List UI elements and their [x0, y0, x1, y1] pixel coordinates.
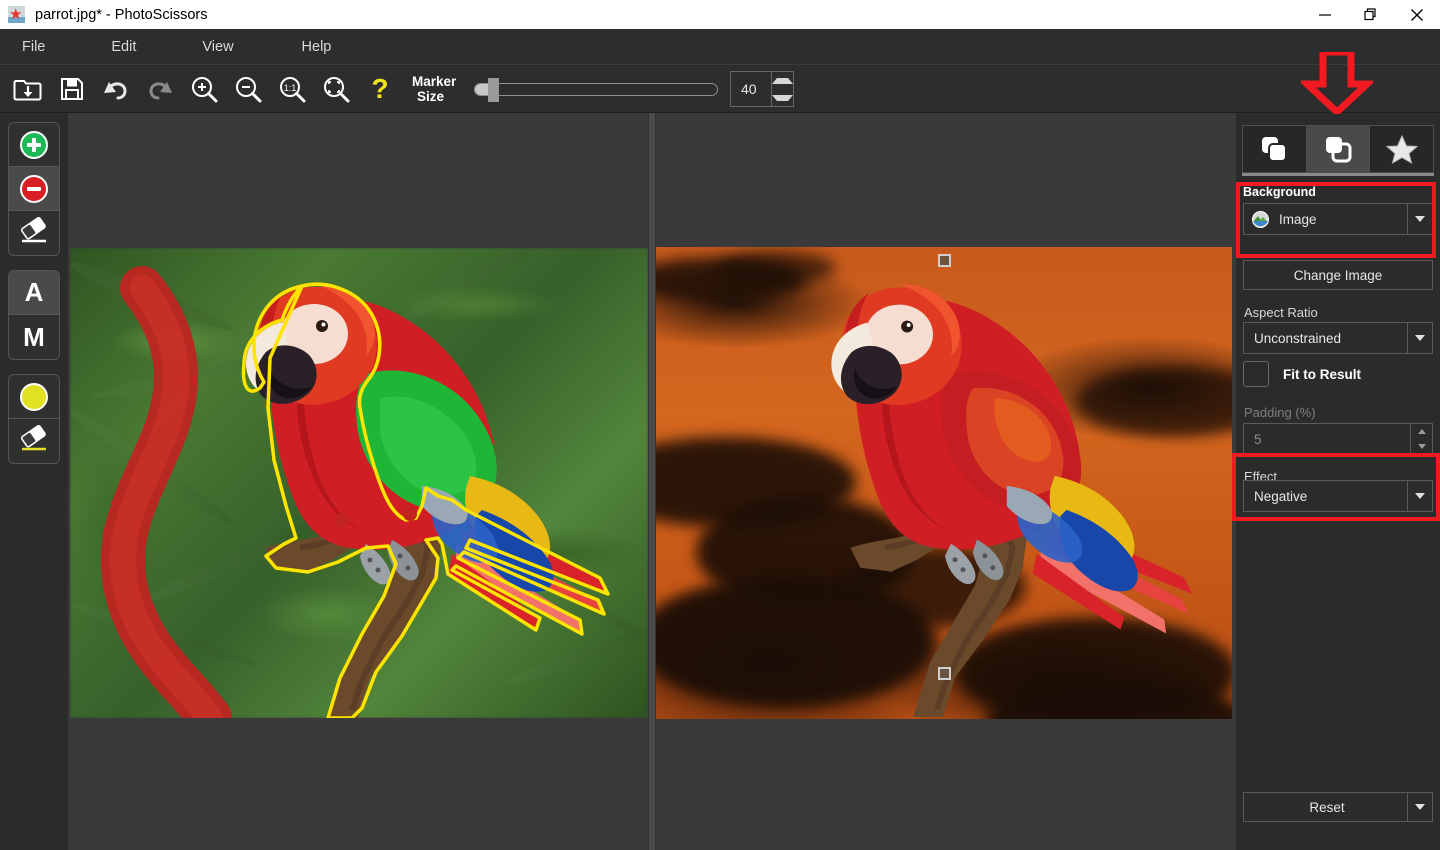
red-arrow-annotation: [1301, 52, 1373, 119]
chevron-down-icon[interactable]: [1407, 323, 1432, 353]
aspect-ratio-label: Aspect Ratio: [1244, 305, 1318, 320]
open-icon[interactable]: [6, 69, 50, 109]
restore-icon[interactable]: [1348, 0, 1394, 29]
top-center-handle[interactable]: [938, 254, 951, 267]
source-pane[interactable]: [68, 113, 648, 850]
fit-to-result-label: Fit to Result: [1283, 367, 1361, 382]
letter-m-icon: M: [23, 322, 45, 353]
menu-item-file[interactable]: File: [12, 35, 55, 59]
padding-increment[interactable]: [1411, 424, 1432, 439]
zoom-in-icon[interactable]: [182, 69, 226, 109]
tool-group-markers: [8, 122, 60, 256]
marker-size-stepper-arrows[interactable]: [771, 72, 793, 106]
menu-item-help[interactable]: Help: [292, 35, 342, 59]
marker-size-slider[interactable]: [474, 74, 718, 104]
manual-tool[interactable]: M: [9, 315, 59, 359]
marker-size-label-line2: Size: [412, 89, 468, 104]
close-icon[interactable]: [1394, 0, 1440, 29]
help-icon[interactable]: ?: [358, 69, 402, 109]
layers-outline-icon: [1321, 134, 1355, 164]
source-image-view[interactable]: [70, 248, 648, 718]
background-section-label: Background: [1243, 185, 1433, 199]
green-plus-icon: [20, 131, 48, 159]
title-bar: ★ parrot.jpg* - PhotoScissors: [0, 0, 1440, 29]
svg-text:1:1: 1:1: [284, 83, 297, 93]
panel-tabs: [1242, 125, 1434, 173]
reset-label: Reset: [1244, 800, 1432, 815]
marker-eraser-tool[interactable]: [9, 211, 59, 255]
svg-text:?: ?: [371, 74, 388, 104]
chevron-down-icon[interactable]: [1407, 481, 1432, 511]
result-parrot-graphic: [656, 247, 1232, 719]
padding-value: 5: [1244, 432, 1262, 447]
padding-label: Padding (%): [1244, 405, 1316, 420]
tab-effects[interactable]: [1370, 126, 1433, 172]
menu-item-view[interactable]: View: [192, 35, 243, 59]
undo-icon[interactable]: [94, 69, 138, 109]
marker-size-label-line1: Marker: [412, 74, 468, 89]
yellow-circle-icon: [20, 383, 48, 411]
fit-to-result-checkbox[interactable]: [1243, 361, 1269, 387]
menu-item-edit[interactable]: Edit: [101, 35, 146, 59]
background-type-dropdown[interactable]: Image: [1243, 203, 1433, 235]
pane-splitter[interactable]: [648, 113, 656, 850]
zoom-actual-icon[interactable]: 1:1: [270, 69, 314, 109]
marker-size-stepper[interactable]: 40: [730, 71, 794, 107]
zoom-fit-icon[interactable]: [314, 69, 358, 109]
result-pane[interactable]: [656, 113, 1236, 850]
photoscissors-window: ★ parrot.jpg* - PhotoScissors File: [0, 0, 1440, 850]
marker-size-increment[interactable]: [772, 72, 793, 89]
tool-rail: A M: [0, 113, 68, 850]
chevron-down-icon[interactable]: [1407, 793, 1432, 821]
tab-background[interactable]: [1307, 126, 1371, 172]
tool-group-mode: A M: [8, 270, 60, 360]
marker-size-label: Marker Size: [412, 74, 468, 104]
tool-group-hair: [8, 374, 60, 464]
red-minus-icon: [20, 175, 48, 203]
tab-foreground[interactable]: [1243, 126, 1307, 172]
hair-eraser-tool[interactable]: [9, 419, 59, 463]
effect-dropdown[interactable]: Negative: [1243, 480, 1433, 512]
marker-size-value: 40: [731, 81, 757, 97]
background-marker-tool[interactable]: [9, 167, 59, 211]
slider-track: [474, 83, 718, 96]
settings-panel: Background Image Change Image Aspect Rat…: [1236, 113, 1440, 850]
redo-icon[interactable]: [138, 69, 182, 109]
window-controls: [1302, 0, 1440, 29]
chevron-down-icon[interactable]: [1407, 204, 1432, 234]
aspect-ratio-value: Unconstrained: [1244, 331, 1341, 346]
eraser-yellow-icon: [17, 424, 51, 459]
landscape-icon: [1252, 211, 1269, 228]
auto-tool[interactable]: A: [9, 271, 59, 315]
foreground-marker-tool[interactable]: [9, 123, 59, 167]
background-type-value: Image: [1269, 212, 1317, 227]
menu-bar: File Edit View Help: [0, 29, 1440, 65]
padding-stepper-arrows[interactable]: [1410, 424, 1432, 454]
layers-filled-icon: [1257, 134, 1291, 164]
padding-stepper[interactable]: 5: [1243, 423, 1433, 455]
result-image-view[interactable]: [656, 247, 1232, 719]
toolbar: 1:1 ? Marker Size 40: [0, 66, 1440, 113]
hair-marker-tool[interactable]: [9, 375, 59, 419]
reset-button[interactable]: Reset: [1243, 792, 1433, 822]
canvas-area: [68, 113, 1236, 850]
slider-thumb[interactable]: [488, 78, 499, 102]
change-image-button[interactable]: Change Image: [1243, 260, 1433, 290]
zoom-out-icon[interactable]: [226, 69, 270, 109]
window-title: parrot.jpg* - PhotoScissors: [35, 7, 207, 23]
app-icon: ★: [8, 6, 25, 23]
minimize-icon[interactable]: [1302, 0, 1348, 29]
star-icon: [1385, 134, 1419, 164]
bottom-center-handle[interactable]: [938, 667, 951, 680]
marker-size-decrement[interactable]: [772, 89, 793, 106]
padding-decrement[interactable]: [1411, 439, 1432, 454]
letter-a-icon: A: [25, 277, 44, 308]
background-marker-dots: [70, 248, 648, 718]
save-icon[interactable]: [50, 69, 94, 109]
effect-value: Negative: [1244, 489, 1307, 504]
aspect-ratio-dropdown[interactable]: Unconstrained: [1243, 322, 1433, 354]
tabs-underline: [1242, 173, 1434, 176]
eraser-white-icon: [17, 216, 51, 251]
